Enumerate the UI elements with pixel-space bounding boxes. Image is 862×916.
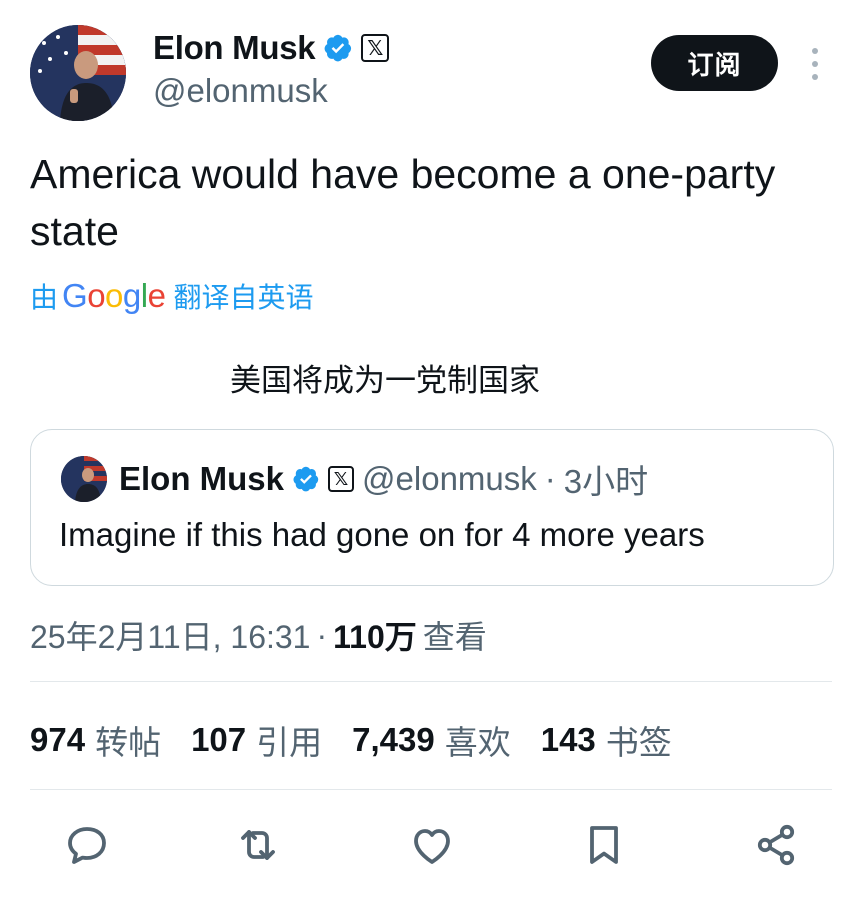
quoted-tweet[interactable]: Elon Musk 𝕏 @elonmusk · 3小时 Imagine if t… <box>30 429 834 586</box>
translate-suffix: 翻译自英语 <box>173 282 314 313</box>
bookmark-icon[interactable] <box>574 815 634 875</box>
divider <box>30 789 832 790</box>
stat-label: 书签 <box>605 724 672 761</box>
quote-time: 3小时 <box>563 463 649 500</box>
verified-badge-icon <box>293 466 319 492</box>
quote-handle: @elonmusk <box>362 460 537 497</box>
stat-label: 喜欢 <box>444 724 511 761</box>
author-row: Elon Musk 𝕏 <box>153 28 390 68</box>
like-icon[interactable] <box>402 815 462 875</box>
tweet-text: America would have become a one-party st… <box>30 151 776 254</box>
stat-bookmarks[interactable]: 143 书签 <box>541 716 672 764</box>
quote-separator: · <box>544 460 556 497</box>
quote-header: Elon Musk 𝕏 @elonmusk · 3小时 <box>119 458 648 500</box>
google-logo-text: Google <box>62 277 166 314</box>
stat-likes[interactable]: 7,439 喜欢 <box>352 716 511 764</box>
verified-badge-icon <box>324 34 352 62</box>
avatar[interactable] <box>30 25 126 121</box>
tweet-meta: 25年2月11日, 16:31 · 110万 查看 <box>30 612 487 658</box>
stat-number: 143 <box>540 721 596 758</box>
more-options-icon[interactable] <box>810 48 820 80</box>
retweet-icon[interactable] <box>228 815 288 875</box>
stat-reposts[interactable]: 974 转帖 <box>30 716 161 764</box>
timestamp[interactable]: 25年2月11日, 16:31 <box>30 612 310 658</box>
stat-label: 转帖 <box>95 724 162 761</box>
translation-attribution[interactable]: 由 Google 翻译自英语 <box>30 276 313 316</box>
translated-text: 美国将成为一党制国家 <box>230 363 540 398</box>
author-handle[interactable]: @elonmusk <box>153 72 328 110</box>
action-bar <box>0 815 862 885</box>
x-logo-icon: 𝕏 <box>328 466 355 492</box>
subscribe-button[interactable]: 订阅 <box>651 35 778 91</box>
stat-number: 7,439 <box>352 721 435 758</box>
translate-prefix: 由 <box>30 282 59 313</box>
stat-quotes[interactable]: 107 引用 <box>191 716 322 764</box>
x-logo-icon: 𝕏 <box>361 34 390 62</box>
quote-author-name: Elon Musk <box>119 460 285 497</box>
stat-number: 974 <box>30 721 86 758</box>
engagement-stats: 974 转帖 107 引用 7,439 喜欢 143 书签 <box>30 716 702 764</box>
share-icon[interactable] <box>746 815 806 875</box>
view-count: 110万 <box>333 619 417 655</box>
views-label: 查看 <box>422 619 487 655</box>
stat-number: 107 <box>191 721 247 758</box>
reply-icon[interactable] <box>57 815 117 875</box>
author-name[interactable]: Elon Musk <box>153 29 316 67</box>
quote-avatar <box>61 456 107 502</box>
meta-separator: · <box>316 616 328 653</box>
quote-text: Imagine if this had gone on for 4 more y… <box>59 516 705 553</box>
stat-label: 引用 <box>256 724 323 761</box>
divider <box>30 681 832 682</box>
